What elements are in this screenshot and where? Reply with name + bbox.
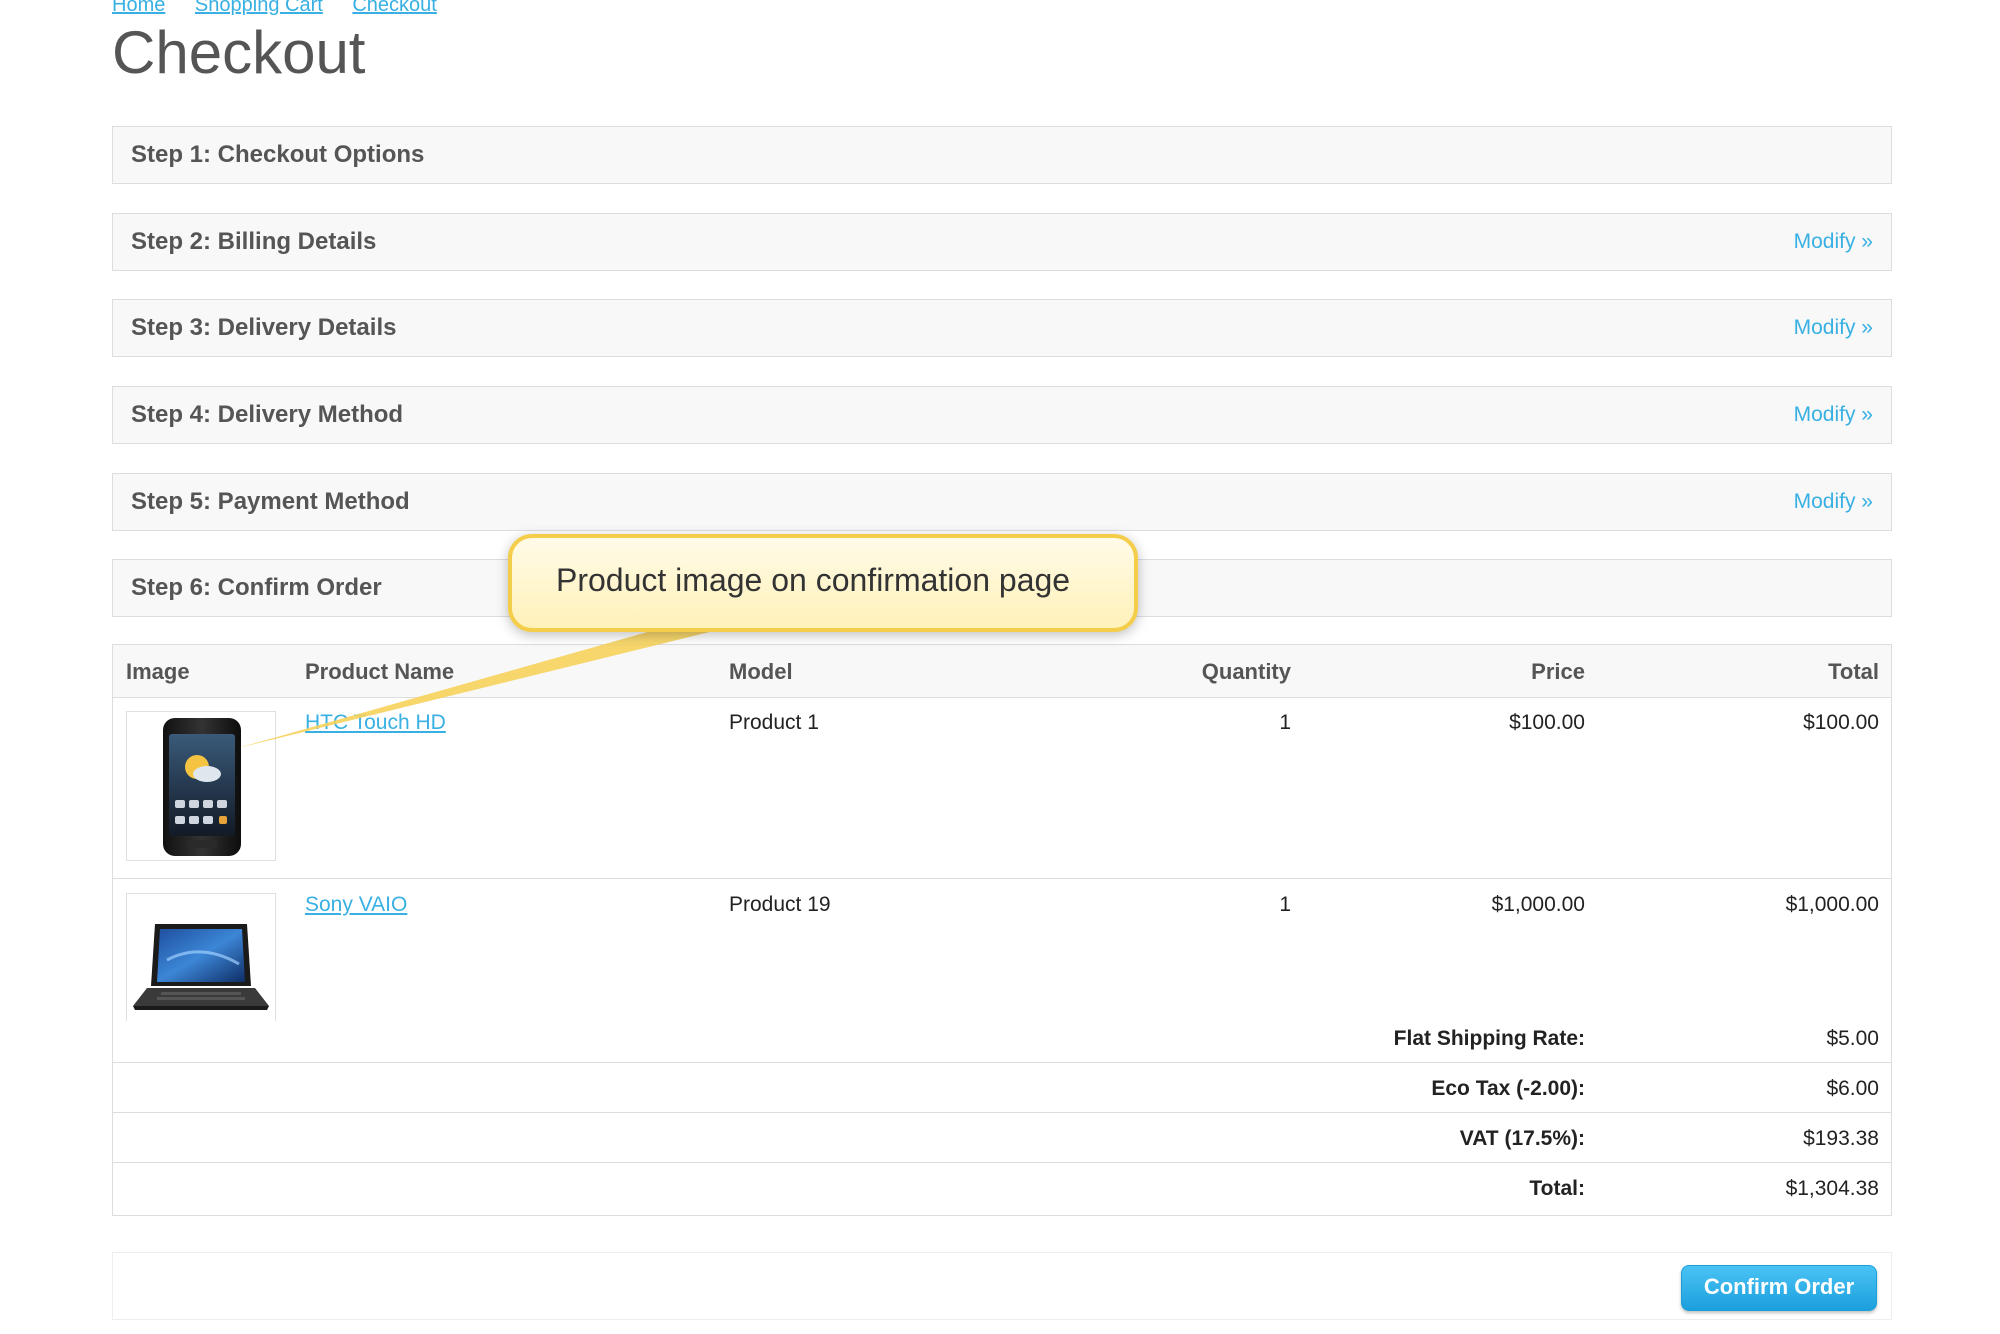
checkout-page: Home Shopping Cart Checkout Checkout Ste… [0, 0, 2000, 1334]
callout-annotation [238, 534, 1138, 748]
callout-text: Product image on confirmation page [556, 562, 1071, 598]
callout-pointer [238, 625, 738, 748]
